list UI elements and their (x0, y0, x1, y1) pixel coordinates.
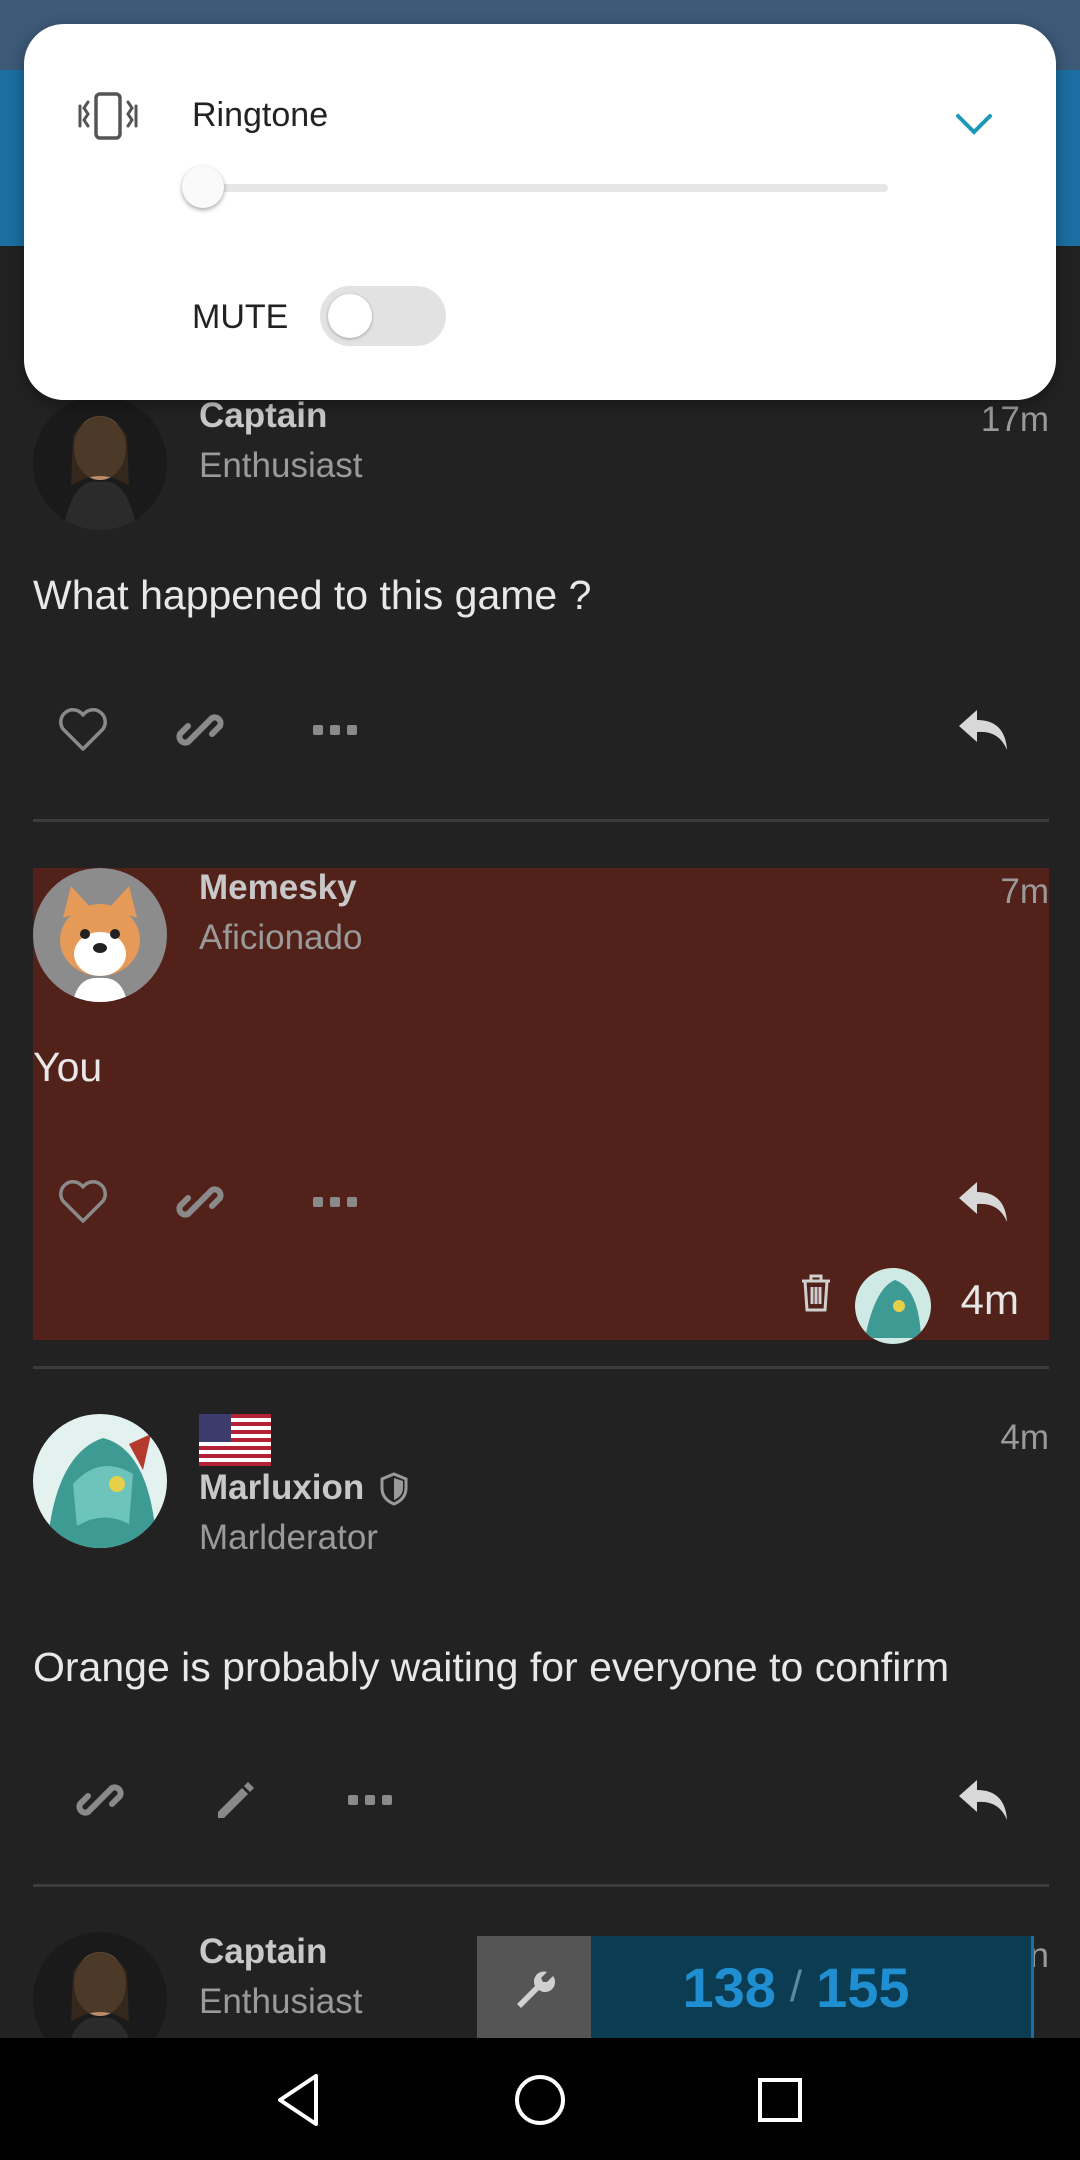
reply-button[interactable] (953, 700, 1013, 760)
flag-icon (199, 1414, 271, 1466)
reply-button[interactable] (953, 1172, 1013, 1232)
like-button[interactable] (53, 1172, 113, 1232)
home-button[interactable] (508, 2068, 572, 2132)
mute-toggle[interactable] (320, 286, 446, 346)
post-captain-1: Captain Enthusiast 17m What happened to … (33, 396, 1049, 816)
reply-icon (959, 710, 1007, 750)
vibrate-icon[interactable] (76, 88, 140, 144)
post-user-title: Aficionado (199, 918, 363, 957)
progress-separator: / (789, 1962, 803, 2011)
volume-slider[interactable] (204, 184, 888, 192)
back-triangle-icon (278, 2074, 318, 2126)
post-marluxion: Marluxion Marlderator 4m Orange is proba… (33, 1414, 1049, 1884)
reply-time[interactable]: 4m (961, 1276, 1019, 1324)
post-user-title: Enthusiast (199, 1982, 363, 2021)
divider (33, 1884, 1049, 1887)
heart-icon (59, 708, 107, 751)
back-button[interactable] (270, 2068, 334, 2132)
admin-tools-button[interactable] (477, 1936, 591, 2038)
navigation-bar (0, 2038, 1080, 2160)
home-circle-icon (515, 2075, 565, 2125)
delete-button[interactable] (791, 1268, 841, 1318)
shield-icon (379, 1472, 409, 1506)
pencil-icon (218, 1782, 254, 1818)
post-memesky: Memesky Aficionado 7m You 4m (33, 868, 1049, 1344)
more-button[interactable] (305, 700, 365, 760)
chevron-down-icon (956, 114, 992, 135)
avatar[interactable] (33, 396, 167, 530)
like-button[interactable] (53, 700, 113, 760)
post-username[interactable]: Memesky (199, 868, 357, 908)
progress-counter: 138 / 155 (591, 1936, 1001, 2038)
heart-icon (59, 1180, 107, 1223)
more-button[interactable] (340, 1770, 400, 1830)
link-button[interactable] (170, 700, 230, 760)
post-username[interactable]: Captain (199, 1932, 327, 1972)
link-icon (76, 1784, 124, 1816)
reply-icon (959, 1182, 1007, 1222)
progress-total: 155 (816, 1955, 910, 2019)
more-button[interactable] (305, 1172, 365, 1232)
volume-slider-thumb[interactable] (182, 166, 224, 208)
expand-button[interactable] (952, 102, 996, 146)
mute-label: MUTE (192, 298, 289, 336)
wrench-icon (517, 1971, 555, 2008)
more-icon (313, 725, 357, 735)
divider (33, 1366, 1049, 1369)
reply-avatar[interactable] (855, 1268, 931, 1344)
avatar[interactable] (33, 1414, 167, 1548)
edit-button[interactable] (204, 1770, 264, 1830)
divider (33, 819, 1049, 822)
post-username[interactable]: Marluxion (199, 1468, 364, 1508)
trash-icon (802, 1274, 830, 1312)
post-time[interactable]: 17m (981, 400, 1049, 440)
mute-toggle-knob (328, 294, 372, 338)
link-button[interactable] (170, 1172, 230, 1232)
link-button[interactable] (70, 1770, 130, 1830)
post-time[interactable]: 7m (1000, 872, 1049, 912)
recents-square-icon (758, 2078, 802, 2122)
avatar[interactable] (33, 1932, 167, 2038)
post-time[interactable]: 4m (1000, 1418, 1049, 1458)
volume-panel: Ringtone MUTE (24, 24, 1056, 400)
post-body: Orange is probably waiting for everyone … (33, 1644, 950, 1690)
topic-progress[interactable]: 138 / 155 (477, 1936, 1034, 2038)
link-icon (176, 1186, 224, 1218)
post-body: What happened to this game ? (33, 572, 592, 618)
more-icon (348, 1795, 392, 1805)
post-username[interactable]: Captain (199, 396, 327, 436)
reply-icon (959, 1780, 1007, 1820)
more-icon (313, 1197, 357, 1207)
post-user-title: Enthusiast (199, 446, 363, 485)
progress-current: 138 (682, 1955, 776, 2019)
post-body: You (33, 1044, 103, 1090)
avatar[interactable] (33, 868, 167, 1002)
recents-button[interactable] (748, 2068, 812, 2132)
volume-title: Ringtone (192, 96, 329, 134)
post-user-title: Marlderator (199, 1518, 378, 1557)
link-icon (176, 714, 224, 746)
reply-button[interactable] (953, 1770, 1013, 1830)
